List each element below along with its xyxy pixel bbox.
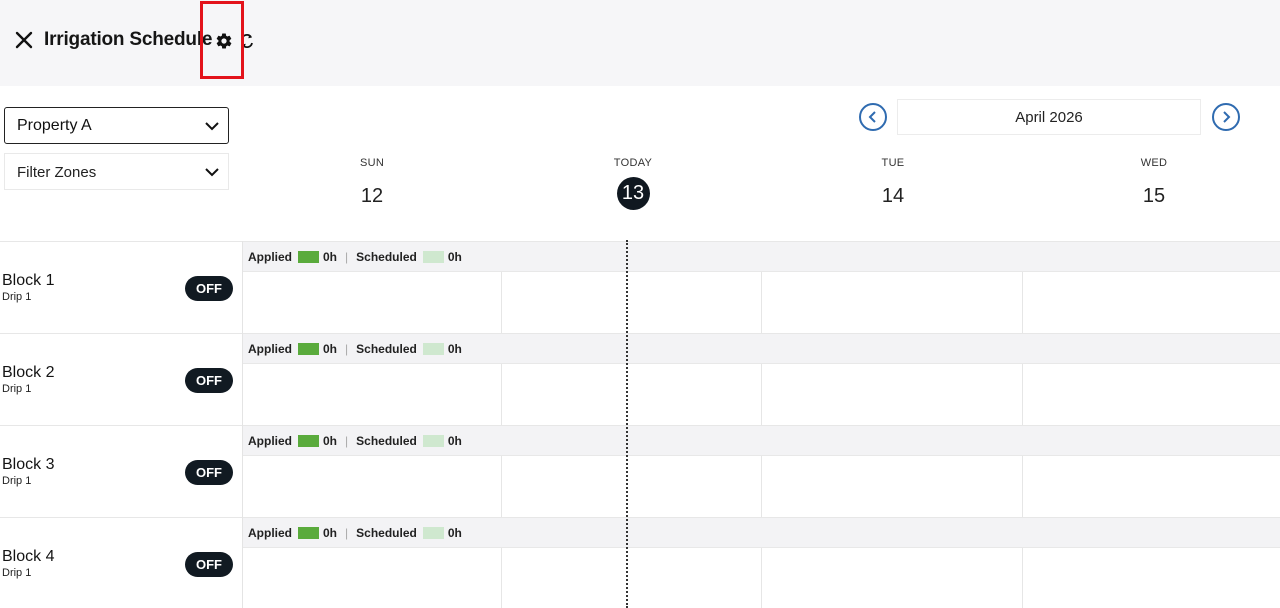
scheduled-value: 0h (447, 434, 462, 448)
scheduled-label: Scheduled (356, 342, 417, 356)
block-summary: Applied 0h | Scheduled 0h (243, 426, 1280, 456)
prev-month-button[interactable] (859, 103, 887, 131)
day-number: 14 (881, 185, 905, 207)
day-number: 15 (1142, 185, 1166, 207)
day-number: 12 (360, 185, 384, 207)
block-row: Block 4 Drip 1 OFF Applied 0h | Schedule… (0, 517, 1280, 608)
day-header-wed[interactable]: WED 15 (1114, 157, 1194, 208)
applied-label: Applied (248, 342, 292, 356)
applied-swatch (298, 343, 319, 355)
scheduled-label: Scheduled (356, 434, 417, 448)
block-zone: Drip 1 (2, 383, 32, 395)
block-row: Block 2 Drip 1 OFF Applied 0h | Schedule… (0, 333, 1280, 426)
applied-label: Applied (248, 526, 292, 540)
scheduled-value: 0h (447, 526, 462, 540)
day-header-tue[interactable]: TUE 14 (853, 157, 933, 208)
separator: | (345, 526, 349, 540)
page-title: Irrigation Schedule (44, 29, 213, 50)
gear-icon[interactable] (211, 28, 237, 54)
grid-line (501, 364, 502, 426)
chevron-right-icon (1223, 111, 1231, 123)
block-summary: Applied 0h | Scheduled 0h (243, 334, 1280, 364)
applied-label: Applied (248, 250, 292, 264)
block-zone: Drip 1 (2, 291, 32, 303)
chevron-down-icon (205, 122, 219, 131)
grid-line (501, 548, 502, 608)
separator: | (345, 434, 349, 448)
applied-value: 0h (323, 434, 338, 448)
block-name: Block 3 (2, 456, 55, 473)
scheduled-swatch (422, 435, 444, 447)
block-summary: Applied 0h | Scheduled 0h (243, 518, 1280, 548)
block-name: Block 1 (2, 272, 55, 289)
block-toggle[interactable]: OFF (185, 460, 233, 485)
block-zone: Drip 1 (2, 567, 32, 579)
scheduled-swatch (422, 251, 444, 263)
block-label: Block 2 Drip 1 (2, 364, 54, 395)
grid-line (501, 456, 502, 518)
applied-swatch (298, 435, 319, 447)
block-toggle[interactable]: OFF (185, 368, 233, 393)
scheduled-value: 0h (447, 250, 462, 264)
grid-left-border (242, 241, 243, 608)
close-icon[interactable] (12, 28, 36, 52)
grid-line (761, 456, 762, 518)
applied-swatch (298, 527, 319, 539)
grid-line (1022, 548, 1023, 608)
scheduled-label: Scheduled (356, 526, 417, 540)
block-toggle[interactable]: OFF (185, 552, 233, 577)
applied-value: 0h (323, 250, 338, 264)
day-of-week: TODAY (613, 157, 653, 169)
app-header: Irrigation Schedule (0, 0, 1280, 86)
day-header-today[interactable]: TODAY 13 (593, 157, 673, 210)
day-number-today: 13 (616, 177, 650, 210)
scheduled-swatch (422, 343, 444, 355)
block-name: Block 4 (2, 548, 55, 565)
block-timeline[interactable] (243, 548, 1280, 608)
block-label: Block 1 Drip 1 (2, 272, 54, 303)
filter-zones-label: Filter Zones (17, 164, 97, 181)
day-header-sun[interactable]: SUN 12 (332, 157, 412, 208)
block-timeline[interactable] (243, 364, 1280, 426)
block-toggle[interactable]: OFF (185, 276, 233, 301)
month-label[interactable]: April 2026 (897, 99, 1201, 135)
block-row: Block 3 Drip 1 OFF Applied 0h | Schedule… (0, 425, 1280, 518)
grid-line (501, 272, 502, 334)
grid-line (1022, 456, 1023, 518)
day-of-week: TUE (881, 157, 905, 169)
scheduled-swatch (422, 527, 444, 539)
block-row: Block 1 Drip 1 OFF Applied 0h | Schedule… (0, 241, 1280, 334)
grid-line (1022, 364, 1023, 426)
block-summary: Applied 0h | Scheduled 0h (243, 242, 1280, 272)
grid-line (761, 548, 762, 608)
day-of-week: WED (1140, 157, 1168, 169)
block-zone: Drip 1 (2, 475, 32, 487)
scheduled-label: Scheduled (356, 250, 417, 264)
block-label: Block 3 Drip 1 (2, 456, 54, 487)
current-time-indicator (626, 240, 628, 608)
grid-line (761, 364, 762, 426)
applied-value: 0h (323, 526, 338, 540)
applied-value: 0h (323, 342, 338, 356)
applied-swatch (298, 251, 319, 263)
block-name: Block 2 (2, 364, 55, 381)
chevron-left-icon (868, 111, 876, 123)
property-select[interactable]: Property A (4, 107, 229, 144)
separator: | (345, 250, 349, 264)
grid-line (761, 272, 762, 334)
next-month-button[interactable] (1212, 103, 1240, 131)
applied-label: Applied (248, 434, 292, 448)
filter-zones-select[interactable]: Filter Zones (4, 153, 229, 190)
block-label: Block 4 Drip 1 (2, 548, 54, 579)
refresh-icon[interactable] (238, 31, 256, 51)
property-select-value: Property A (17, 117, 92, 134)
chevron-down-icon (205, 168, 219, 177)
block-timeline[interactable] (243, 272, 1280, 334)
separator: | (345, 342, 349, 356)
block-timeline[interactable] (243, 456, 1280, 518)
day-of-week: SUN (359, 157, 385, 169)
grid-line (1022, 272, 1023, 334)
scheduled-value: 0h (447, 342, 462, 356)
